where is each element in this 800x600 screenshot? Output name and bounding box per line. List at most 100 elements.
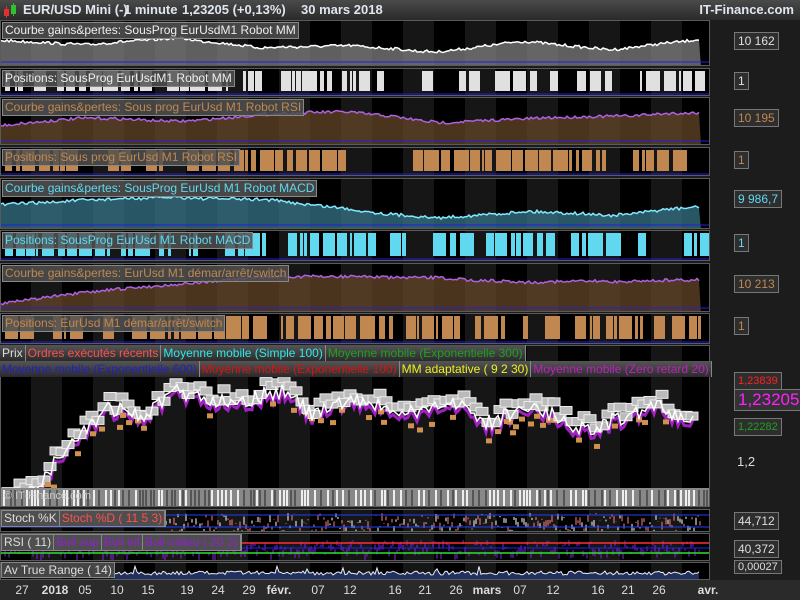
legend-item[interactable]: Stoch %D ( 11 5 3)	[59, 511, 166, 526]
order-marker	[547, 397, 561, 407]
positions-panel-2[interactable]: Positions: SousProg EurUsd M1 Robot MACD	[0, 230, 710, 261]
position-bar	[422, 316, 434, 339]
positions-panel-0[interactable]: Positions: SousProg EurUsdM1 Robot MM	[0, 68, 710, 96]
volume-bar	[418, 490, 420, 506]
position-bar	[482, 150, 484, 171]
candle	[90, 431, 96, 437]
volume-bar	[211, 490, 213, 506]
volume-bar	[336, 490, 338, 506]
position-bar	[314, 316, 323, 339]
panel-value: 1	[734, 72, 749, 90]
volume-bar	[698, 490, 700, 506]
position-bar	[287, 150, 293, 171]
panel-value: 1	[734, 151, 749, 169]
position-bar	[646, 150, 654, 171]
position-bar	[413, 150, 423, 171]
positions-panel-3[interactable]: Positions: EurUsd M1 démar/arrêt/switch	[0, 313, 710, 344]
date-tick-label: 21	[621, 583, 635, 597]
position-bar	[646, 71, 660, 91]
position-bar	[593, 316, 600, 339]
volume-bar	[688, 490, 690, 506]
price-legend: Prix Ordres exécutés récents Moyenne mobil…	[0, 345, 712, 377]
volume-bar	[478, 490, 480, 506]
date-tick-label: 16	[591, 583, 605, 597]
positions-panel-1[interactable]: Positions: Sous prog EurUsd M1 Robot RSI	[0, 147, 710, 176]
date-tick-label: 29	[242, 583, 256, 597]
position-bar	[635, 316, 638, 339]
date-axis[interactable]: 27 2018 05 10 15 19 24 29 févr. 07 12 16 21 26 mars 07 1…	[0, 580, 800, 600]
position-bar	[700, 233, 709, 256]
interval[interactable]: 1 minute	[124, 2, 177, 17]
position-bar	[614, 316, 617, 339]
volume-bar	[118, 490, 120, 506]
volume-bar	[609, 490, 611, 506]
volume-bar	[400, 490, 402, 506]
volume-bar	[616, 490, 618, 506]
panel-label: Positions: Sous prog EurUsd M1 Robot RSI	[2, 149, 241, 166]
legend-item[interactable]: Moyenne mobile (Simple 100)	[161, 345, 326, 361]
volume-bar	[622, 490, 624, 506]
volume-bar	[466, 490, 468, 506]
date-tick-label: 07	[311, 583, 325, 597]
candle	[366, 415, 372, 421]
legend-item[interactable]: Moyenne mobile (Exponentielle 300)	[325, 345, 526, 361]
stoch-value: 44,712	[734, 512, 779, 530]
position-bar	[309, 150, 320, 171]
legend-item[interactable]: Moyenne mobile (Exponentielle 600)	[0, 361, 200, 377]
position-bar	[672, 316, 685, 339]
order-marker	[523, 400, 537, 410]
position-bar	[390, 233, 401, 256]
order-marker	[559, 405, 573, 415]
legend-item[interactable]: RSI ( 11)	[2, 535, 55, 550]
position-bar	[606, 233, 621, 256]
volume-bar	[539, 490, 541, 506]
legend-item[interactable]: Stoch %K	[2, 511, 60, 526]
position-bar	[654, 316, 665, 339]
position-bar	[345, 316, 356, 339]
position-bar	[262, 233, 266, 256]
position-bar	[582, 150, 592, 171]
volume-bar	[174, 490, 176, 506]
position-bar	[251, 150, 256, 171]
position-bar	[281, 71, 291, 91]
legend-item[interactable]: Moyenne mobile (Zero retard 20)	[531, 361, 712, 377]
legend-item[interactable]: MM adaptative ( 9 2 30)	[399, 361, 532, 377]
legend-item[interactable]: Prix	[0, 345, 26, 361]
legend-item[interactable]: Moyenne mobile (Exponentielle 100)	[199, 361, 400, 377]
volume-bar	[472, 490, 474, 506]
volume-bar	[452, 490, 454, 506]
equity-curve-panel-0[interactable]: Courbe gains&pertes: SousProg EurUsdM1 R…	[0, 20, 710, 66]
date-tick-label: 2018	[41, 583, 69, 597]
volume-bar	[544, 490, 546, 506]
volume-bar	[139, 490, 141, 506]
order-marker	[655, 389, 669, 399]
panel-value: 10 195	[734, 109, 779, 127]
legend-item[interactable]: Boll sup	[54, 535, 102, 550]
legend-item[interactable]: Boll milieu ( 20 2)	[142, 535, 241, 550]
equity-curve-panel-2[interactable]: Courbe gains&pertes: SousProg EurUsd M1 …	[0, 178, 710, 229]
volume-bar	[639, 490, 641, 506]
date-tick-label: 10	[110, 583, 124, 597]
volume-bar	[161, 490, 163, 506]
equity-curve-panel-1[interactable]: Courbe gains&pertes: Sous prog EurUsd M1…	[0, 97, 710, 145]
volume-bar	[320, 490, 322, 506]
volume-bar	[166, 490, 168, 506]
position-bar	[684, 233, 692, 256]
candle	[486, 438, 492, 444]
position-bar	[454, 150, 469, 171]
date-tick-label: 19	[180, 583, 194, 597]
equity-curve-panel-3[interactable]: Courbe gains&pertes: EurUsd M1 démar/arr…	[0, 263, 710, 312]
volume-bar	[283, 490, 285, 506]
title-bar: EUR/USD Mini (-) 1 minute 1,23205 (+0,13…	[0, 0, 800, 20]
date-tick-label: 05	[78, 583, 92, 597]
legend-item[interactable]: Ordres exécutés récents	[25, 345, 162, 361]
position-bar	[243, 71, 246, 91]
volume-bar	[332, 490, 334, 506]
position-bar	[679, 71, 681, 91]
position-bar	[253, 316, 267, 339]
candle	[291, 407, 297, 413]
position-bar	[486, 233, 494, 256]
candle	[642, 419, 648, 425]
legend-item[interactable]: Boll inf	[101, 535, 143, 550]
volume-bar	[447, 490, 449, 506]
